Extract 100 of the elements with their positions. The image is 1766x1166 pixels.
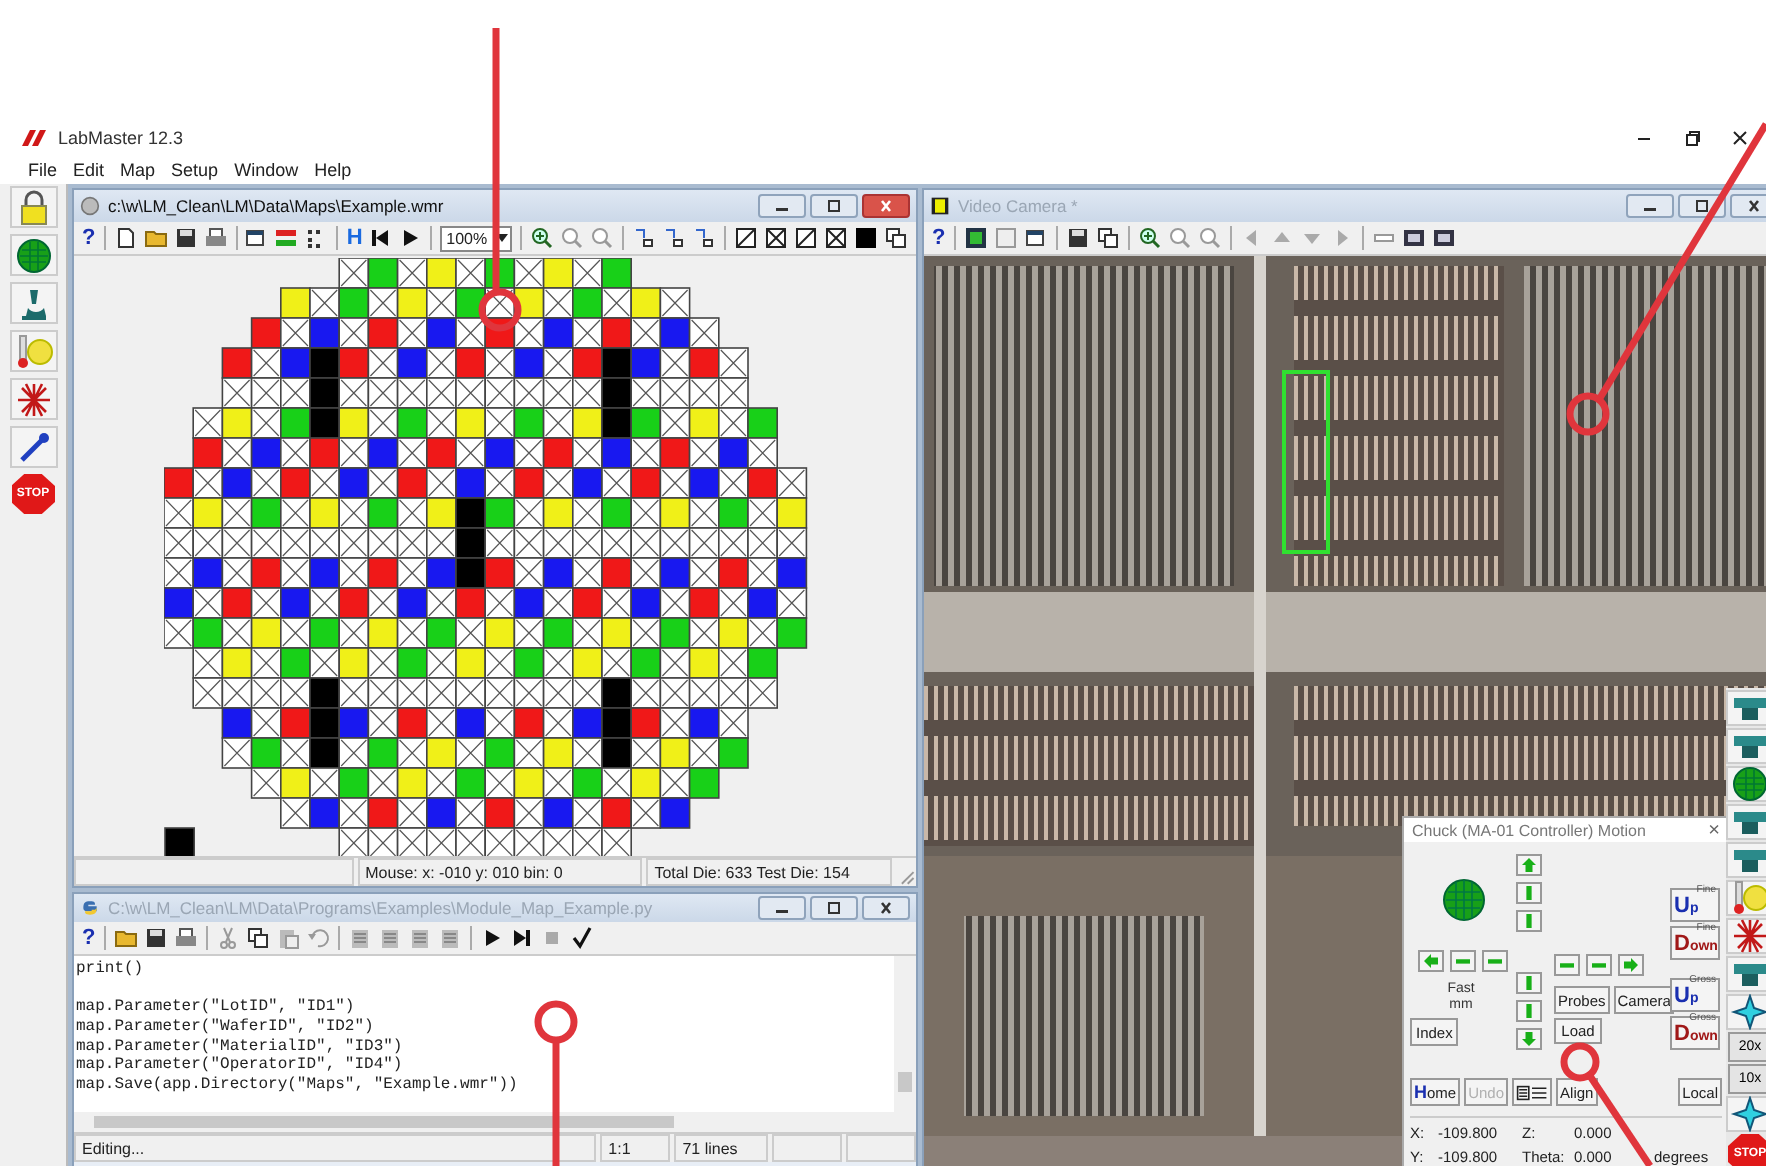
zoom-out-icon[interactable] <box>560 226 585 250</box>
resize-grip-icon[interactable] <box>896 866 917 886</box>
copy-icon[interactable] <box>884 226 909 250</box>
document-icon[interactable] <box>347 926 372 950</box>
folder-icon[interactable] <box>113 926 138 950</box>
menu-item[interactable]: Setup <box>171 160 219 180</box>
bars-icon[interactable] <box>274 226 299 250</box>
lock-button[interactable] <box>9 186 57 228</box>
horizontal-scrollbar[interactable] <box>74 1112 916 1132</box>
step-icon[interactable] <box>509 926 534 950</box>
copy-icon[interactable] <box>245 926 270 950</box>
scope-button[interactable] <box>1726 994 1766 1030</box>
menu-item[interactable]: Window <box>234 160 299 180</box>
camera-frame-icon[interactable] <box>963 226 988 250</box>
diagonal-square-icon[interactable] <box>734 226 759 250</box>
microscope-button[interactable] <box>9 282 57 324</box>
menu-item[interactable]: Edit <box>73 160 105 180</box>
help-button[interactable]: ? <box>82 226 96 250</box>
folder-icon[interactable] <box>143 226 168 250</box>
document-icon[interactable] <box>377 926 402 950</box>
menu-item[interactable]: File <box>28 160 58 180</box>
close-button[interactable]: × <box>1708 819 1720 841</box>
jog-button[interactable] <box>1516 1028 1542 1050</box>
maximize-button[interactable] <box>810 896 858 920</box>
zoom-fit-icon[interactable] <box>590 226 615 250</box>
new-file-icon[interactable] <box>113 226 138 250</box>
crossed-square-icon[interactable] <box>824 226 849 250</box>
save-icon[interactable] <box>173 226 198 250</box>
document-icon[interactable] <box>407 926 432 950</box>
close-button[interactable] <box>1730 194 1766 218</box>
scope-button[interactable] <box>1726 1096 1766 1132</box>
select-icon[interactable] <box>662 226 687 250</box>
starburst-button[interactable] <box>1726 918 1766 954</box>
thermometer-button[interactable] <box>1726 880 1766 916</box>
save-icon[interactable] <box>143 926 168 950</box>
stage-button[interactable] <box>1726 690 1766 726</box>
close-icon[interactable] <box>1730 128 1750 148</box>
zoom-dropdown[interactable]: 100% <box>440 225 513 251</box>
print-icon[interactable] <box>173 926 198 950</box>
close-button[interactable] <box>862 896 910 920</box>
minimize-button[interactable] <box>758 896 806 920</box>
stage-button[interactable] <box>1726 842 1766 878</box>
window-icon[interactable] <box>1023 226 1048 250</box>
play-icon[interactable] <box>398 226 423 250</box>
crossed-square-icon[interactable] <box>764 226 789 250</box>
vertical-scrollbar[interactable] <box>894 956 916 1112</box>
jog-button[interactable] <box>1554 954 1580 976</box>
select-icon[interactable] <box>632 226 657 250</box>
zoom-in-icon[interactable] <box>1137 226 1162 250</box>
jog-button[interactable] <box>1516 882 1542 904</box>
stage-button[interactable] <box>1726 804 1766 840</box>
select-icon[interactable] <box>692 226 717 250</box>
filled-square-icon[interactable] <box>854 226 879 250</box>
jog-button[interactable] <box>1516 972 1542 994</box>
help-button[interactable]: ? <box>932 226 946 250</box>
zoom-out-icon[interactable] <box>1167 226 1192 250</box>
close-icon <box>876 198 896 214</box>
jog-button[interactable] <box>1586 954 1612 976</box>
home-button[interactable]: Home <box>1410 1078 1461 1106</box>
wafer-icon <box>1442 878 1486 922</box>
globe-button[interactable] <box>9 234 57 276</box>
jog-button[interactable] <box>1516 854 1542 876</box>
code-line: map.Parameter("MaterialID", "ID3") <box>76 1037 405 1056</box>
jog-button[interactable] <box>1516 1000 1542 1022</box>
starburst-button[interactable] <box>9 378 57 420</box>
diagonal-square-icon[interactable] <box>794 226 819 250</box>
bar-icon <box>1520 886 1538 900</box>
restore-icon[interactable] <box>1682 128 1702 148</box>
stage-button[interactable] <box>1726 728 1766 764</box>
jog-button[interactable] <box>1516 910 1542 932</box>
help-button[interactable]: ? <box>82 926 96 950</box>
print-icon[interactable] <box>203 226 228 250</box>
copy-icon[interactable] <box>1095 226 1120 250</box>
skip-back-icon[interactable] <box>368 226 393 250</box>
thermometer-button[interactable] <box>9 330 57 372</box>
list-button[interactable] <box>1512 1078 1553 1106</box>
starburst-icon <box>1730 918 1766 954</box>
zoom-fit-icon[interactable] <box>1197 226 1222 250</box>
document-icon[interactable] <box>437 926 462 950</box>
menu-item[interactable]: Help <box>314 160 352 180</box>
image-icon[interactable] <box>1401 226 1426 250</box>
minimize-button[interactable] <box>758 194 806 218</box>
wrench-button[interactable] <box>9 426 57 468</box>
maximize-button[interactable] <box>810 194 858 218</box>
menu-item[interactable]: Map <box>120 160 156 180</box>
jog-button[interactable] <box>1418 950 1444 972</box>
home-position-button[interactable]: H <box>346 226 363 250</box>
check-icon[interactable] <box>569 926 594 950</box>
jog-button[interactable] <box>1450 950 1476 972</box>
jog-button[interactable] <box>1618 954 1644 976</box>
close-button[interactable] <box>862 194 910 218</box>
zoom-in-icon[interactable] <box>530 226 555 250</box>
globe-button[interactable] <box>1726 766 1766 802</box>
stage-button[interactable] <box>1726 956 1766 992</box>
save-icon[interactable] <box>1065 226 1090 250</box>
minimize-button[interactable] <box>1626 194 1674 218</box>
image-icon[interactable] <box>1431 226 1456 250</box>
window-title: C:\w\LM_Clean\LM\Data\Programs\Examples\Module_Map_Example.py <box>108 898 653 918</box>
jog-button[interactable] <box>1482 950 1508 972</box>
window-icon[interactable] <box>244 226 269 250</box>
